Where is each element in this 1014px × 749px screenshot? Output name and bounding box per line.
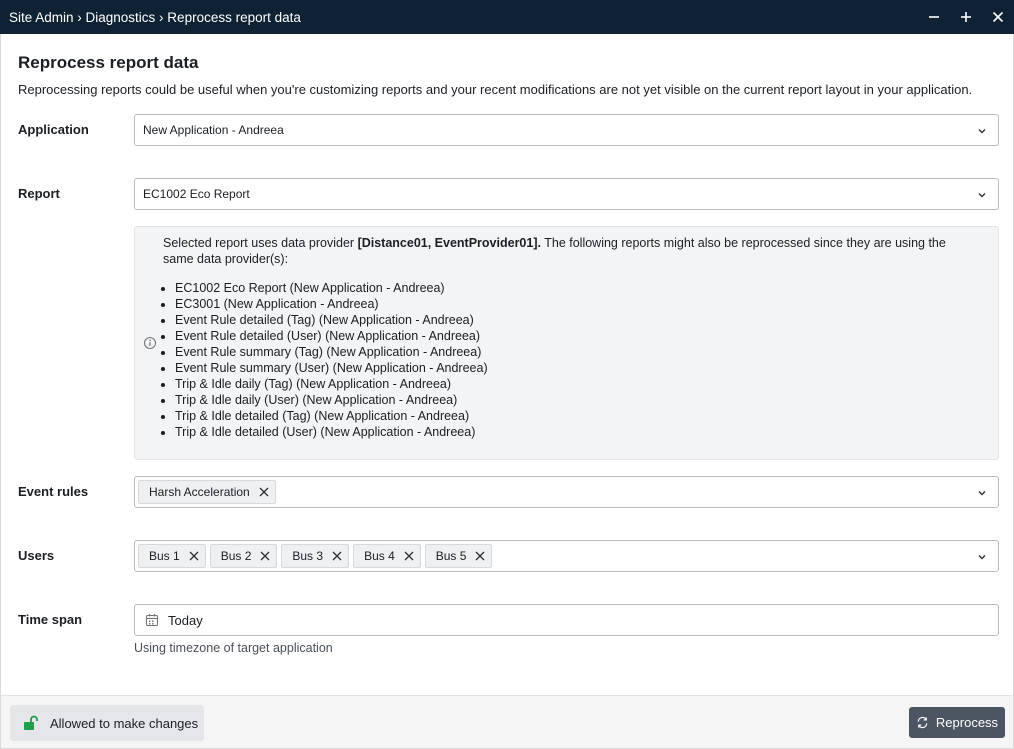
chevron-down-icon xyxy=(978,129,986,134)
tag-label: Bus 3 xyxy=(292,549,324,563)
chevron-down-icon xyxy=(978,555,986,560)
users-tags: Bus 1 Bus 2 Bus 3 Bus 4 Bus 5 xyxy=(138,544,496,568)
timezone-hint: Using timezone of target application xyxy=(134,641,333,655)
main-content: Reprocess report data Reprocessing repor… xyxy=(0,34,1014,695)
list-item: EC3001 (New Application - Andreea) xyxy=(175,296,978,312)
tag-label: Harsh Acceleration xyxy=(149,485,250,499)
application-value: New Application - Andreea xyxy=(143,123,284,137)
footer-bar: Allowed to make changes Reprocess xyxy=(0,695,1014,749)
remove-tag-icon[interactable] xyxy=(332,551,342,561)
minimize-button[interactable] xyxy=(918,0,950,34)
tag-chip: Bus 2 xyxy=(209,544,278,568)
info-icon xyxy=(143,336,157,350)
reprocess-label: Reprocess xyxy=(935,715,999,730)
time-span-picker[interactable]: Today xyxy=(134,604,999,636)
tag-chip: Harsh Acceleration xyxy=(138,480,276,504)
remove-tag-icon[interactable] xyxy=(259,487,269,497)
close-button[interactable] xyxy=(982,0,1014,34)
affected-reports-list: EC1002 Eco Report (New Application - And… xyxy=(163,280,978,440)
info-providers: [Distance01, EventProvider01]. xyxy=(357,236,541,250)
list-item: Event Rule summary (User) (New Applicati… xyxy=(175,360,978,376)
list-item: Event Rule detailed (Tag) (New Applicati… xyxy=(175,312,978,328)
list-item: Trip & Idle detailed (Tag) (New Applicat… xyxy=(175,408,978,424)
list-item: EC1002 Eco Report (New Application - And… xyxy=(175,280,978,296)
tag-label: Bus 5 xyxy=(435,549,467,563)
report-select[interactable]: EC1002 Eco Report xyxy=(134,178,999,210)
info-prefix: Selected report uses data provider xyxy=(163,236,358,250)
chevron-down-icon xyxy=(978,491,986,496)
remove-tag-icon[interactable] xyxy=(260,551,270,561)
page-description: Reprocessing reports could be useful whe… xyxy=(18,82,973,97)
event-rules-label: Event rules xyxy=(18,484,89,499)
chevron-down-icon xyxy=(978,193,986,198)
remove-tag-icon[interactable] xyxy=(475,551,485,561)
data-provider-info-box: Selected report uses data provider [Dist… xyxy=(134,226,999,460)
list-item: Trip & Idle daily (Tag) (New Application… xyxy=(175,376,978,392)
allowed-changes-button[interactable]: Allowed to make changes xyxy=(10,705,204,741)
title-bar: Site Admin › Diagnostics › Reprocess rep… xyxy=(0,0,1014,34)
report-value: EC1002 Eco Report xyxy=(143,187,250,201)
reprocess-button[interactable]: Reprocess xyxy=(909,707,1005,738)
users-label: Users xyxy=(18,548,55,563)
time-span-label: Time span xyxy=(18,612,83,627)
list-item: Trip & Idle daily (User) (New Applicatio… xyxy=(175,392,978,408)
event-rules-multiselect[interactable]: Harsh Acceleration xyxy=(134,476,999,508)
tag-chip: Bus 1 xyxy=(138,544,206,568)
event-rules-tags: Harsh Acceleration xyxy=(138,480,280,504)
tag-label: Bus 4 xyxy=(364,549,395,563)
page-title: Reprocess report data xyxy=(18,53,199,72)
list-item: Trip & Idle detailed (User) (New Applica… xyxy=(175,424,978,440)
application-select[interactable]: New Application - Andreea xyxy=(134,114,999,146)
application-label: Application xyxy=(18,122,89,137)
maximize-icon xyxy=(961,12,971,22)
refresh-icon xyxy=(917,716,928,729)
close-icon xyxy=(992,11,1004,23)
tag-chip: Bus 5 xyxy=(424,544,493,568)
list-item: Event Rule summary (Tag) (New Applicatio… xyxy=(175,344,978,360)
tag-label: Bus 2 xyxy=(220,549,252,563)
info-text: Selected report uses data provider [Dist… xyxy=(163,235,978,267)
window-title: Site Admin › Diagnostics › Reprocess rep… xyxy=(9,9,301,25)
report-label: Report xyxy=(18,186,60,201)
tag-chip: Bus 4 xyxy=(353,544,421,568)
list-item: Event Rule detailed (User) (New Applicat… xyxy=(175,328,978,344)
calendar-icon xyxy=(145,614,159,627)
unlocked-lock-icon xyxy=(24,715,38,730)
remove-tag-icon[interactable] xyxy=(189,551,199,561)
tag-chip: Bus 3 xyxy=(281,544,350,568)
users-multiselect[interactable]: Bus 1 Bus 2 Bus 3 Bus 4 Bus 5 xyxy=(134,540,999,572)
tag-label: Bus 1 xyxy=(149,549,180,563)
minimize-icon xyxy=(929,16,939,18)
maximize-button[interactable] xyxy=(950,0,982,34)
remove-tag-icon[interactable] xyxy=(404,551,414,561)
allowed-changes-label: Allowed to make changes xyxy=(50,715,199,731)
time-span-value: Today xyxy=(168,612,203,628)
